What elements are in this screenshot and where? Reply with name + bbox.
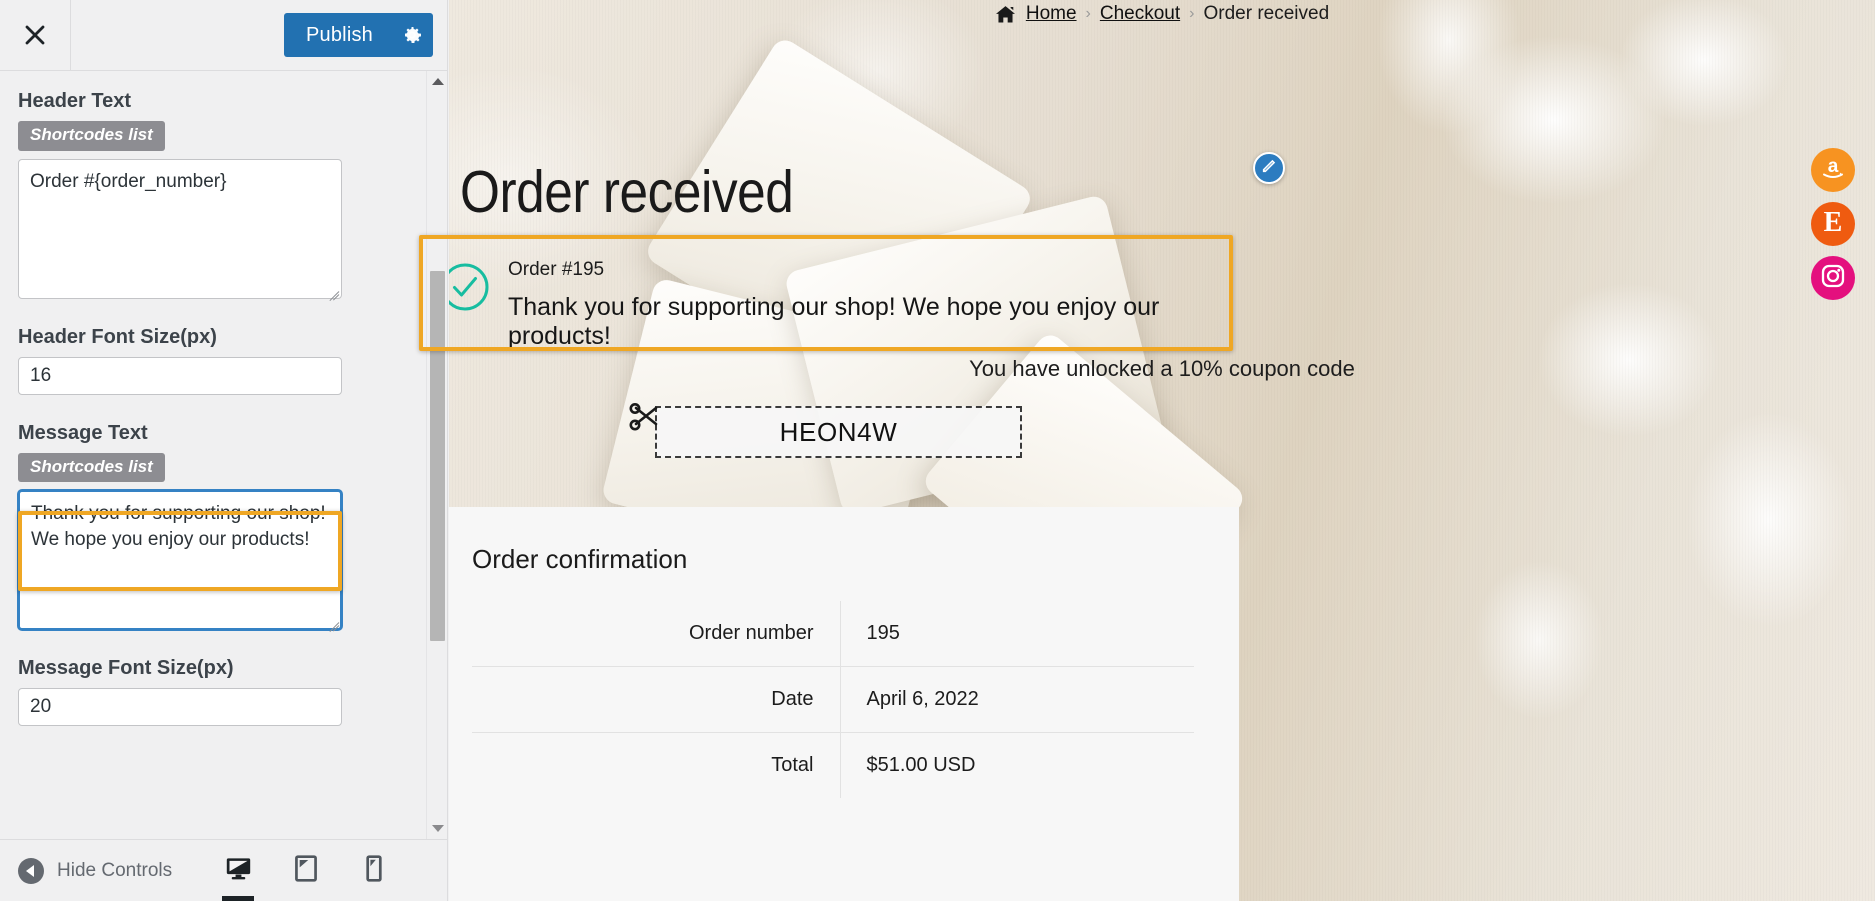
field-label-header-font-size: Header Font Size(px): [18, 325, 217, 348]
order-thankyou-banner: Order #195 Thank you for supporting our …: [449, 236, 1233, 371]
home-icon[interactable]: [995, 5, 1016, 24]
social-links-rail: a E: [1811, 148, 1855, 300]
svg-text:a: a: [1828, 156, 1839, 177]
publish-label: Publish: [306, 24, 373, 46]
instagram-icon: [1820, 263, 1846, 294]
close-x-icon: [24, 24, 46, 46]
header-spacer: [71, 0, 284, 70]
etsy-icon: E: [1823, 206, 1843, 238]
device-preview-buttons: [218, 840, 394, 901]
coupon-code-text: HEON4W: [779, 416, 898, 447]
publish-area: Publish: [284, 0, 447, 70]
row-value: $51.00 USD: [866, 754, 976, 776]
table-row: Total $51.00 USD: [472, 732, 1194, 798]
check-circle-icon: [449, 262, 490, 317]
gear-icon[interactable]: [389, 13, 433, 57]
scroll-up-arrow-icon[interactable]: [427, 71, 447, 92]
hide-controls-button[interactable]: Hide Controls: [18, 857, 173, 884]
device-button-tablet[interactable]: [286, 840, 326, 901]
message-text-textarea[interactable]: [18, 490, 342, 631]
sidebar-scroll-area: Header Text Shortcodes list Header Font …: [0, 71, 447, 839]
breadcrumb: Home › Checkout › Order received: [449, 0, 1875, 28]
header-text-wrap: [18, 158, 342, 301]
sidebar-footer: Hide Controls: [0, 839, 447, 901]
shortcodes-list-button-header[interactable]: Shortcodes list: [18, 121, 165, 151]
desktop-icon: [225, 855, 252, 887]
order-confirmation-table: Order number 195 Date April 6, 2022 Tota…: [472, 601, 1194, 798]
coupon-row: HEON4W: [627, 402, 1022, 458]
breadcrumb-separator: ›: [1085, 5, 1091, 22]
scroll-down-arrow-icon[interactable]: [427, 818, 447, 839]
row-value: April 6, 2022: [840, 666, 1194, 733]
social-link-etsy[interactable]: E: [1811, 202, 1855, 246]
breadcrumb-link-checkout[interactable]: Checkout: [1100, 3, 1180, 25]
table-row: Date April 6, 2022: [472, 666, 1194, 733]
header-text-textarea[interactable]: [18, 158, 342, 299]
table-row: Order number 195: [472, 601, 1194, 667]
coupon-code-box[interactable]: HEON4W: [655, 406, 1022, 458]
header-font-size-input[interactable]: [18, 356, 342, 395]
row-label: Order number: [472, 601, 841, 667]
row-value: 195: [840, 601, 1194, 667]
message-text-wrap: [18, 490, 342, 633]
order-confirmation-card: Order confirmation Order number 195 Date…: [449, 507, 1239, 901]
close-customizer-button[interactable]: [0, 0, 71, 70]
mobile-icon: [365, 854, 383, 887]
breadcrumb-current: Order received: [1203, 3, 1330, 24]
publish-button[interactable]: Publish: [284, 13, 433, 57]
chevron-left-circle-icon: [18, 857, 44, 884]
customizer-app: Publish Header Text Shortcodes list Orde…: [0, 0, 1875, 901]
breadcrumb-separator: ›: [1189, 5, 1195, 22]
tablet-icon: [294, 854, 318, 887]
page-title: Order received: [460, 158, 794, 225]
customizer-sidebar: Publish Header Text Shortcodes list Orde…: [0, 0, 448, 901]
scrollbar-thumb[interactable]: [430, 271, 445, 641]
message-font-size-input[interactable]: [18, 688, 342, 727]
amazon-icon: a: [1819, 155, 1847, 186]
device-button-mobile[interactable]: [354, 840, 394, 901]
edit-shortcut-button[interactable]: [1253, 152, 1285, 184]
row-label: Date: [472, 666, 841, 733]
row-label: Total: [472, 732, 841, 798]
hide-controls-label: Hide Controls: [57, 859, 173, 881]
scissors-icon: [627, 401, 663, 442]
social-link-amazon[interactable]: a: [1811, 148, 1855, 192]
sidebar-content: Header Text Shortcodes list Header Font …: [0, 71, 430, 746]
sidebar-header: Publish: [0, 0, 447, 71]
field-label-message-font-size: Message Font Size(px): [18, 657, 234, 680]
breadcrumb-link-home[interactable]: Home: [1026, 3, 1077, 25]
field-label-message-text: Message Text: [18, 421, 148, 444]
social-link-instagram[interactable]: [1811, 256, 1855, 300]
order-confirmation-title: Order confirmation: [472, 544, 688, 574]
shortcodes-list-button-message[interactable]: Shortcodes list: [18, 452, 165, 483]
pencil-edit-icon: [1261, 157, 1278, 179]
sidebar-scrollbar[interactable]: [426, 71, 447, 839]
site-preview: Home › Checkout › Order received Order r…: [449, 0, 1875, 901]
device-button-desktop[interactable]: [218, 840, 258, 901]
field-label-header-text: Header Text: [18, 90, 132, 112]
thankyou-message: Thank you for supporting our shop! We ho…: [508, 293, 1160, 350]
order-number-line: Order #195: [508, 259, 605, 280]
thankyou-texts: Order #195 Thank you for supporting our …: [508, 258, 1213, 351]
